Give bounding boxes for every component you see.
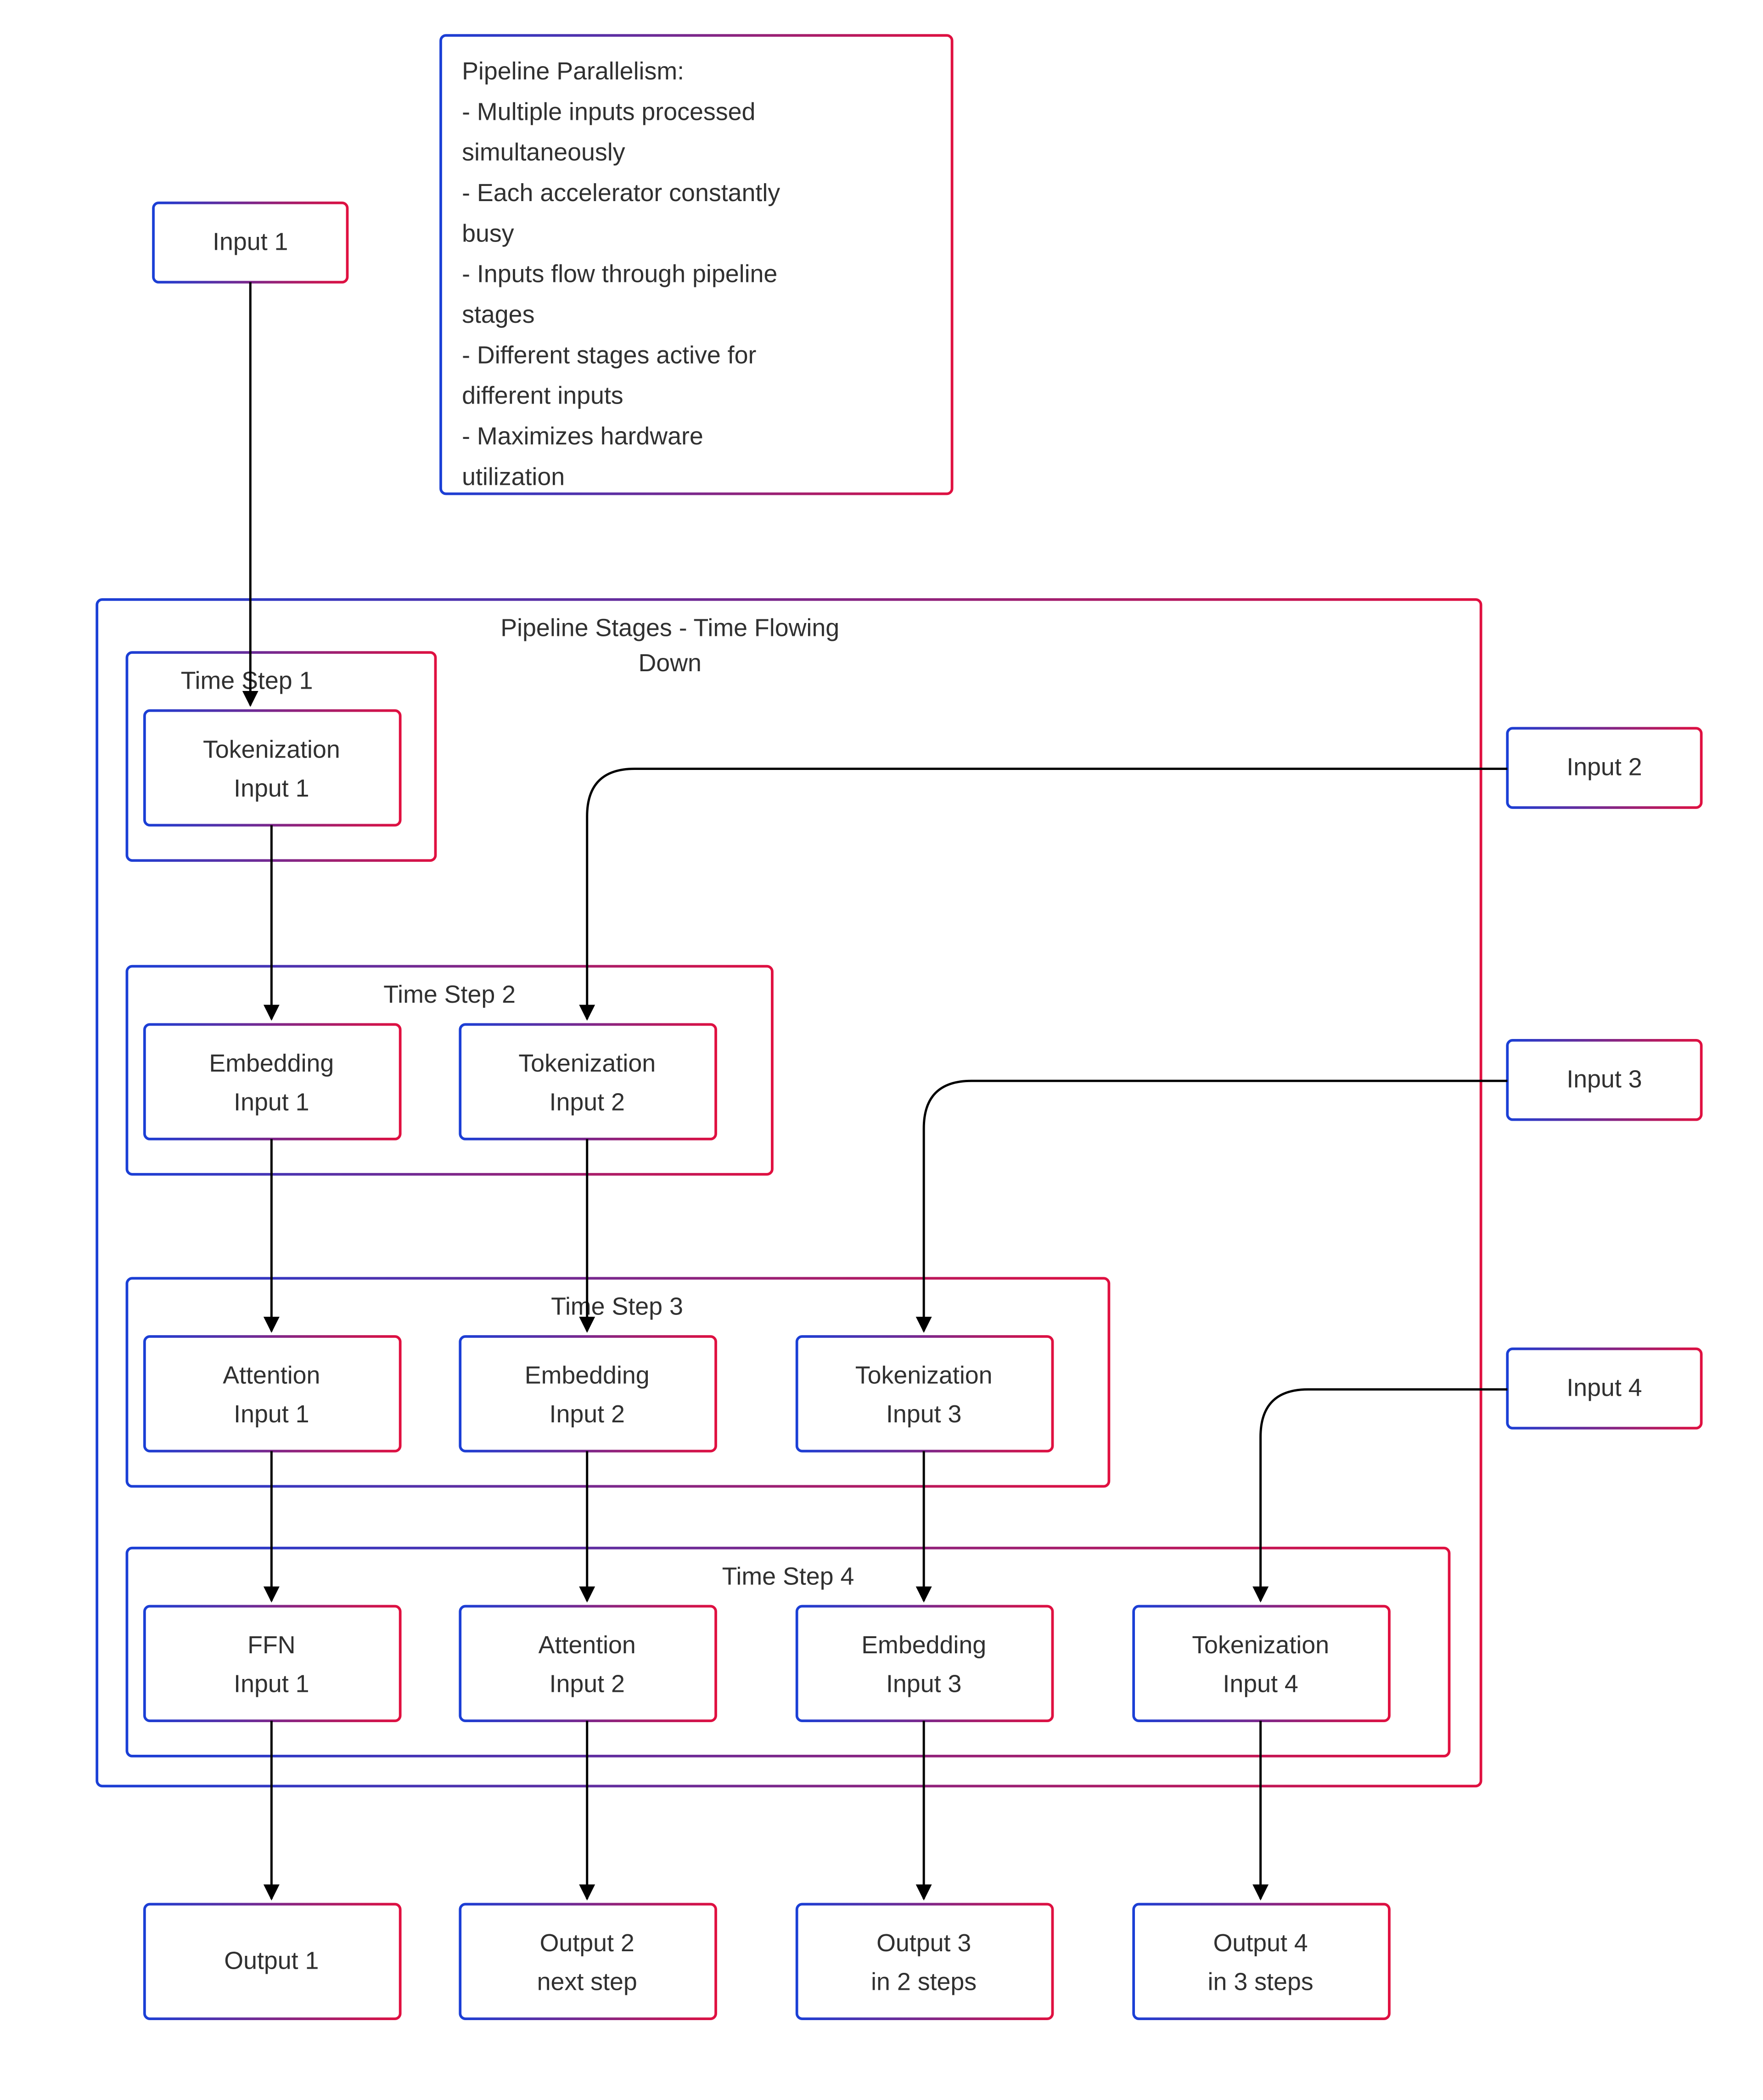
note-line: simultaneously (462, 139, 625, 166)
note-line: different inputs (462, 382, 623, 410)
svg-text:Input 3: Input 3 (886, 1400, 961, 1428)
svg-text:in 2 steps: in 2 steps (871, 1968, 977, 1995)
timestep-1: Time Step 1 Tokenization Input 1 (127, 652, 435, 860)
svg-text:Input 3: Input 3 (886, 1670, 961, 1698)
svg-text:Embedding: Embedding (861, 1631, 986, 1659)
note-line: stages (462, 301, 534, 328)
svg-text:Input 1: Input 1 (234, 775, 309, 802)
ts4-cell-3: Embedding Input 3 (797, 1606, 1053, 1721)
svg-text:FFN: FFN (247, 1631, 295, 1659)
svg-text:Input 2: Input 2 (550, 1088, 625, 1116)
svg-text:Attention: Attention (223, 1362, 320, 1389)
svg-text:in 3 steps: in 3 steps (1208, 1968, 1314, 1995)
svg-text:Attention: Attention (539, 1631, 636, 1659)
pipeline-title-1: Pipeline Stages - Time Flowing (500, 614, 839, 641)
svg-text:Tokenization: Tokenization (855, 1362, 993, 1389)
svg-text:Input 1: Input 1 (234, 1088, 309, 1116)
output-1-node: Output 1 (145, 1904, 400, 2019)
note-line: - Each accelerator constantly (462, 179, 780, 207)
output-3-node: Output 3 in 2 steps (797, 1904, 1053, 2019)
input-2-label: Input 2 (1566, 753, 1642, 781)
svg-text:Tokenization: Tokenization (203, 736, 340, 763)
output-2-node: Output 2 next step (460, 1904, 716, 2019)
ts4-cell-1: FFN Input 1 (145, 1606, 400, 1721)
svg-text:Output 3: Output 3 (876, 1929, 971, 1957)
ts2-cell-2: Tokenization Input 2 (460, 1024, 716, 1139)
note-line: utilization (462, 463, 565, 490)
edge-input3-ts3 (924, 1081, 1507, 1331)
svg-text:Embedding: Embedding (525, 1362, 650, 1389)
svg-text:Output 2: Output 2 (540, 1929, 634, 1957)
input-4-node: Input 4 (1507, 1349, 1701, 1428)
note-box: Pipeline Parallelism: - Multiple inputs … (441, 35, 952, 494)
input-1-node: Input 1 (153, 203, 347, 282)
input-3-node: Input 3 (1507, 1040, 1701, 1120)
svg-text:Output 1: Output 1 (224, 1947, 319, 1974)
timestep-1-label: Time Step 1 (181, 667, 313, 695)
note-line: busy (462, 219, 514, 247)
svg-text:next step: next step (537, 1968, 637, 1995)
edge-input4-ts4 (1261, 1389, 1508, 1601)
input-2-node: Input 2 (1507, 728, 1701, 808)
svg-text:Input 1: Input 1 (234, 1400, 309, 1428)
timestep-2-label: Time Step 2 (383, 981, 516, 1008)
edge-input2-ts2 (587, 769, 1507, 1019)
note-line: - Multiple inputs processed (462, 98, 755, 125)
timestep-4-label: Time Step 4 (722, 1562, 854, 1590)
note-title: Pipeline Parallelism: (462, 57, 684, 85)
timestep-3: Time Step 3 Attention Input 1 Embedding … (127, 1278, 1109, 1486)
svg-text:Input 2: Input 2 (550, 1670, 625, 1698)
timestep-3-label: Time Step 3 (551, 1293, 683, 1320)
input-3-label: Input 3 (1566, 1065, 1642, 1093)
svg-text:Tokenization: Tokenization (518, 1050, 656, 1077)
svg-text:Input 4: Input 4 (1223, 1670, 1298, 1698)
note-line: - Maximizes hardware (462, 422, 703, 450)
output-4-node: Output 4 in 3 steps (1134, 1904, 1389, 2019)
svg-text:Input 2: Input 2 (550, 1400, 625, 1428)
input-1-label: Input 1 (213, 228, 288, 255)
svg-text:Embedding: Embedding (209, 1050, 334, 1077)
ts4-cell-2: Attention Input 2 (460, 1606, 716, 1721)
input-4-label: Input 4 (1566, 1374, 1642, 1401)
timestep-4: Time Step 4 FFN Input 1 Attention Input … (127, 1548, 1449, 1756)
ts1-cell-1: Tokenization Input 1 (145, 711, 400, 825)
note-line: - Different stages active for (462, 341, 756, 369)
ts3-cell-3: Tokenization Input 3 (797, 1336, 1053, 1451)
ts3-cell-1: Attention Input 1 (145, 1336, 400, 1451)
svg-text:Output 4: Output 4 (1213, 1929, 1308, 1957)
pipeline-title-2: Down (638, 649, 701, 677)
svg-text:Input 1: Input 1 (234, 1670, 309, 1698)
ts4-cell-4: Tokenization Input 4 (1134, 1606, 1389, 1721)
svg-text:Tokenization: Tokenization (1192, 1631, 1329, 1659)
ts2-cell-1: Embedding Input 1 (145, 1024, 400, 1139)
timestep-2: Time Step 2 Embedding Input 1 Tokenizati… (127, 966, 772, 1174)
ts3-cell-2: Embedding Input 2 (460, 1336, 716, 1451)
note-line: - Inputs flow through pipeline (462, 260, 777, 288)
